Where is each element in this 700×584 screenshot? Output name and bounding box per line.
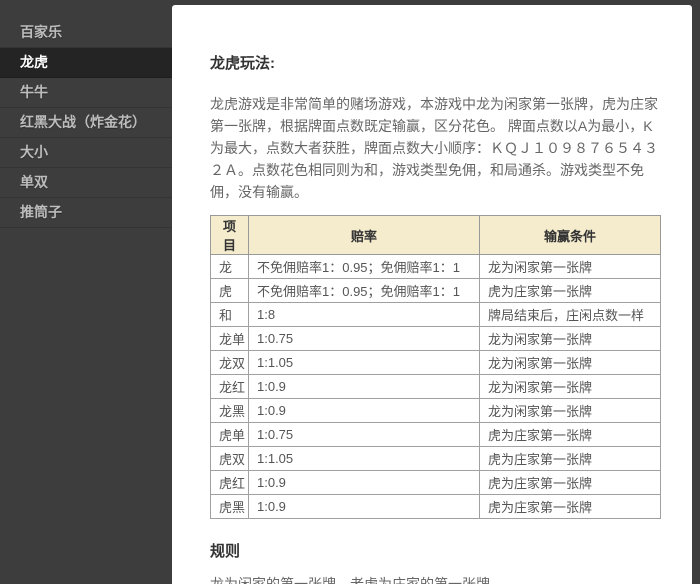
table-row: 虎红1:0.9虎为庄家第一张牌 [211,471,661,495]
table-row: 虎黑1:0.9虎为庄家第一张牌 [211,495,661,519]
table-row: 虎单1:0.75虎为庄家第一张牌 [211,423,661,447]
odds-table: 项目赔率输赢条件 龙不免佣赔率1：0.95；免佣赔率1：1龙为闲家第一张牌虎不免… [210,215,661,519]
table-cell: 龙为闲家第一张牌 [480,399,661,423]
table-cell: 龙为闲家第一张牌 [480,351,661,375]
table-row: 虎双1:1.05虎为庄家第一张牌 [211,447,661,471]
table-cell: 1:0.9 [249,375,480,399]
sidebar-item-2[interactable]: 牛牛 [0,78,172,108]
column-header: 项目 [211,216,249,255]
table-cell: 不免佣赔率1：0.95；免佣赔率1：1 [249,279,480,303]
table-row: 龙红1:0.9龙为闲家第一张牌 [211,375,661,399]
table-cell: 1:0.75 [249,423,480,447]
table-cell: 虎双 [211,447,249,471]
sidebar-item-6[interactable]: 推筒子 [0,198,172,228]
table-row: 和1:8牌局结束后，庄闲点数一样 [211,303,661,327]
table-cell: 牌局结束后，庄闲点数一样 [480,303,661,327]
odds-table-body: 龙不免佣赔率1：0.95；免佣赔率1：1龙为闲家第一张牌虎不免佣赔率1：0.95… [211,255,661,519]
rule-paragraph: 龙为闲家的第一张牌。老虎为庄家的第一张牌。 [210,574,660,584]
table-cell: 1:0.9 [249,399,480,423]
table-cell: 龙黑 [211,399,249,423]
column-header: 输赢条件 [480,216,661,255]
sidebar-item-0[interactable]: 百家乐 [0,18,172,48]
rules-title: 规则 [210,540,660,561]
table-cell: 虎为庄家第一张牌 [480,447,661,471]
table-cell: 1:0.9 [249,471,480,495]
table-cell: 虎单 [211,423,249,447]
table-cell: 不免佣赔率1：0.95；免佣赔率1：1 [249,255,480,279]
odds-table-header-row: 项目赔率输赢条件 [211,216,661,255]
content-panel: 龙虎玩法: 龙虎游戏是非常简单的赌场游戏，本游戏中龙为闲家第一张牌，虎为庄家第一… [172,5,692,584]
table-cell: 虎 [211,279,249,303]
rules-section: 龙为闲家的第一张牌。老虎为庄家的第一张牌。牌面点数从小到大为A、2、3、4、5、… [210,574,660,584]
table-cell: 龙为闲家第一张牌 [480,327,661,351]
table-cell: 虎为庄家第一张牌 [480,471,661,495]
sidebar-item-5[interactable]: 单双 [0,168,172,198]
page-title: 龙虎玩法: [210,52,660,73]
table-cell: 虎为庄家第一张牌 [480,495,661,519]
table-cell: 虎黑 [211,495,249,519]
sidebar-item-4[interactable]: 大小 [0,138,172,168]
table-cell: 龙单 [211,327,249,351]
table-cell: 龙双 [211,351,249,375]
table-cell: 虎为庄家第一张牌 [480,423,661,447]
intro-paragraph: 龙虎游戏是非常简单的赌场游戏，本游戏中龙为闲家第一张牌，虎为庄家第一张牌，根据牌… [210,93,662,203]
table-cell: 1:0.75 [249,327,480,351]
table-cell: 虎为庄家第一张牌 [480,279,661,303]
table-row: 龙不免佣赔率1：0.95；免佣赔率1：1龙为闲家第一张牌 [211,255,661,279]
table-row: 龙单1:0.75龙为闲家第一张牌 [211,327,661,351]
sidebar-item-1[interactable]: 龙虎 [0,48,172,78]
sidebar-item-3[interactable]: 红黑大战（炸金花） [0,108,172,138]
table-cell: 1:0.9 [249,495,480,519]
table-row: 虎不免佣赔率1：0.95；免佣赔率1：1虎为庄家第一张牌 [211,279,661,303]
table-row: 龙双1:1.05龙为闲家第一张牌 [211,351,661,375]
table-cell: 龙为闲家第一张牌 [480,255,661,279]
table-cell: 虎红 [211,471,249,495]
table-cell: 1:8 [249,303,480,327]
column-header: 赔率 [249,216,480,255]
table-cell: 龙红 [211,375,249,399]
table-cell: 和 [211,303,249,327]
table-cell: 龙 [211,255,249,279]
table-cell: 1:1.05 [249,351,480,375]
sidebar: 百家乐龙虎牛牛红黑大战（炸金花）大小单双推筒子 [0,0,172,584]
table-cell: 龙为闲家第一张牌 [480,375,661,399]
table-cell: 1:1.05 [249,447,480,471]
table-row: 龙黑1:0.9龙为闲家第一张牌 [211,399,661,423]
